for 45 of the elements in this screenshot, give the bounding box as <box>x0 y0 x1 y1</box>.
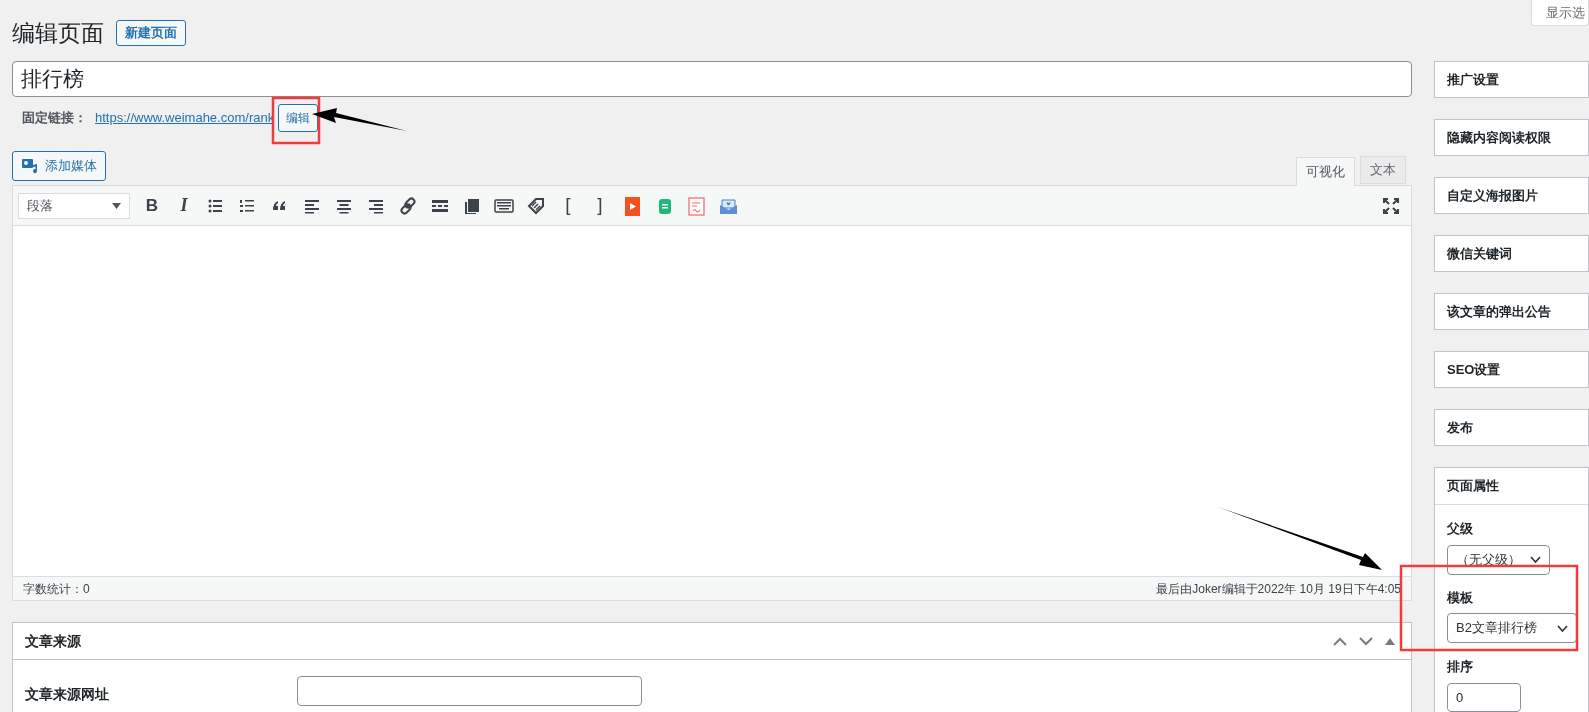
collapse-icon[interactable] <box>1385 637 1395 645</box>
shortcode-button[interactable]: [ <box>552 190 584 221</box>
permalink-link[interactable]: https://www.weimahe.com/rank <box>95 107 275 128</box>
chevron-down-icon <box>1530 556 1541 563</box>
editor-tab[interactable]: 可视化 <box>1296 157 1355 186</box>
panel-title[interactable]: 隐藏内容阅读权限 <box>1447 127 1551 148</box>
fullscreen-icon[interactable] <box>1382 196 1400 215</box>
media-icon <box>21 158 39 174</box>
dropdown-icon <box>112 202 121 209</box>
italic-button[interactable]: I <box>168 190 200 221</box>
move-up-icon[interactable] <box>1333 636 1347 646</box>
page-heading: 编辑页面 <box>12 18 104 48</box>
bold-button[interactable]: B <box>136 190 168 221</box>
permalink-label: 固定链接： <box>22 108 87 127</box>
panel-title[interactable]: 推广设置 <box>1447 69 1499 90</box>
last-edited-text: 最后由Joker编辑于2022年 10月 19日下午4:05 <box>1156 580 1401 598</box>
order-label: 排序 <box>1447 658 1474 676</box>
highlight-frame <box>271 96 321 145</box>
add-media-button[interactable]: 添加媒体 <box>12 151 106 181</box>
panel-title[interactable]: 该文章的弹出公告 <box>1447 301 1551 322</box>
template-select[interactable]: B2文章排行榜 <box>1447 613 1577 643</box>
panel-title: 页面属性 <box>1447 477 1499 496</box>
word-count: 字数统计：0 <box>23 580 90 598</box>
editor-tab[interactable]: 文本 <box>1360 156 1406 184</box>
format-select[interactable]: 段落 <box>18 192 130 219</box>
shortcode-button[interactable]: ] <box>584 190 616 221</box>
edit-permalink-button[interactable]: 编辑 <box>278 103 319 132</box>
source-url-field[interactable] <box>297 676 642 706</box>
video-icon[interactable] <box>622 195 642 216</box>
panel-title[interactable]: 自定义海报图片 <box>1447 185 1538 206</box>
link-icon[interactable] <box>398 195 418 216</box>
move-down-icon[interactable] <box>1359 636 1373 646</box>
title-field[interactable]: 排行榜 <box>12 61 1412 97</box>
tag-icon[interactable] <box>526 195 546 216</box>
template-label: 模板 <box>1447 588 1474 607</box>
chevron-down-icon <box>1557 624 1568 632</box>
new-page-button[interactable]: 新建页面 <box>116 20 186 46</box>
screen-options-tab[interactable]: 显示选 <box>1531 0 1589 26</box>
parent-label: 父级 <box>1447 520 1474 538</box>
order-field[interactable]: 0 <box>1447 682 1521 712</box>
field-label: 文章来源网址 <box>25 685 110 704</box>
metabox-title: 文章来源 <box>25 631 81 651</box>
panel-title[interactable]: 微信关键词 <box>1447 243 1512 264</box>
panel-title[interactable]: 发布 <box>1447 417 1473 438</box>
panel-title[interactable]: SEO设置 <box>1447 359 1501 380</box>
